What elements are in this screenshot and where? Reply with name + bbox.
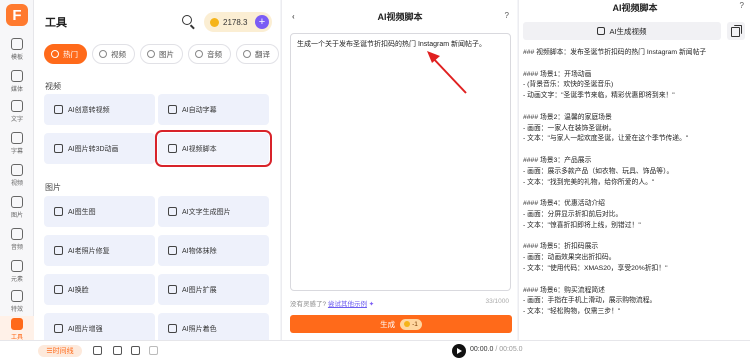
time-current: 00:00.0	[470, 346, 494, 353]
copy-button[interactable]	[727, 22, 745, 40]
bottom-toolbar: ☰ 时间线 00:00.0 / 00:05.0	[0, 340, 750, 360]
panel-title: AI视频脚本	[612, 3, 658, 13]
duplicate-icon[interactable]	[131, 346, 140, 355]
add-icon[interactable]	[93, 346, 102, 355]
time-total: / 00:05.0	[495, 346, 523, 353]
split-icon[interactable]	[113, 346, 122, 355]
playback-time: 00:00.0 / 00:05.0	[470, 346, 523, 353]
script-result-panel: AI视频脚本 ? AI生成视频 ### 视频脚本：发布圣诞节折扣码的热门 Ins…	[518, 0, 750, 340]
script-output: ### 视频脚本：发布圣诞节折扣码的热门 Instagram 新闻帖子 ####…	[523, 49, 707, 316]
timeline-button[interactable]: ☰ 时间线	[38, 345, 82, 357]
play-button[interactable]	[452, 344, 466, 358]
help-icon[interactable]: ?	[740, 1, 744, 10]
app-window: F 模板 媒体 文字 字幕 视频 图片 音频 元素 特效 工具 工具 2178.…	[0, 0, 750, 360]
delete-icon[interactable]	[149, 346, 158, 355]
timeline-label: 时间线	[52, 348, 74, 355]
generate-video-label: AI生成视频	[609, 26, 647, 36]
generate-video-button[interactable]: AI生成视频	[523, 22, 721, 40]
video-script-icon	[597, 27, 606, 35]
